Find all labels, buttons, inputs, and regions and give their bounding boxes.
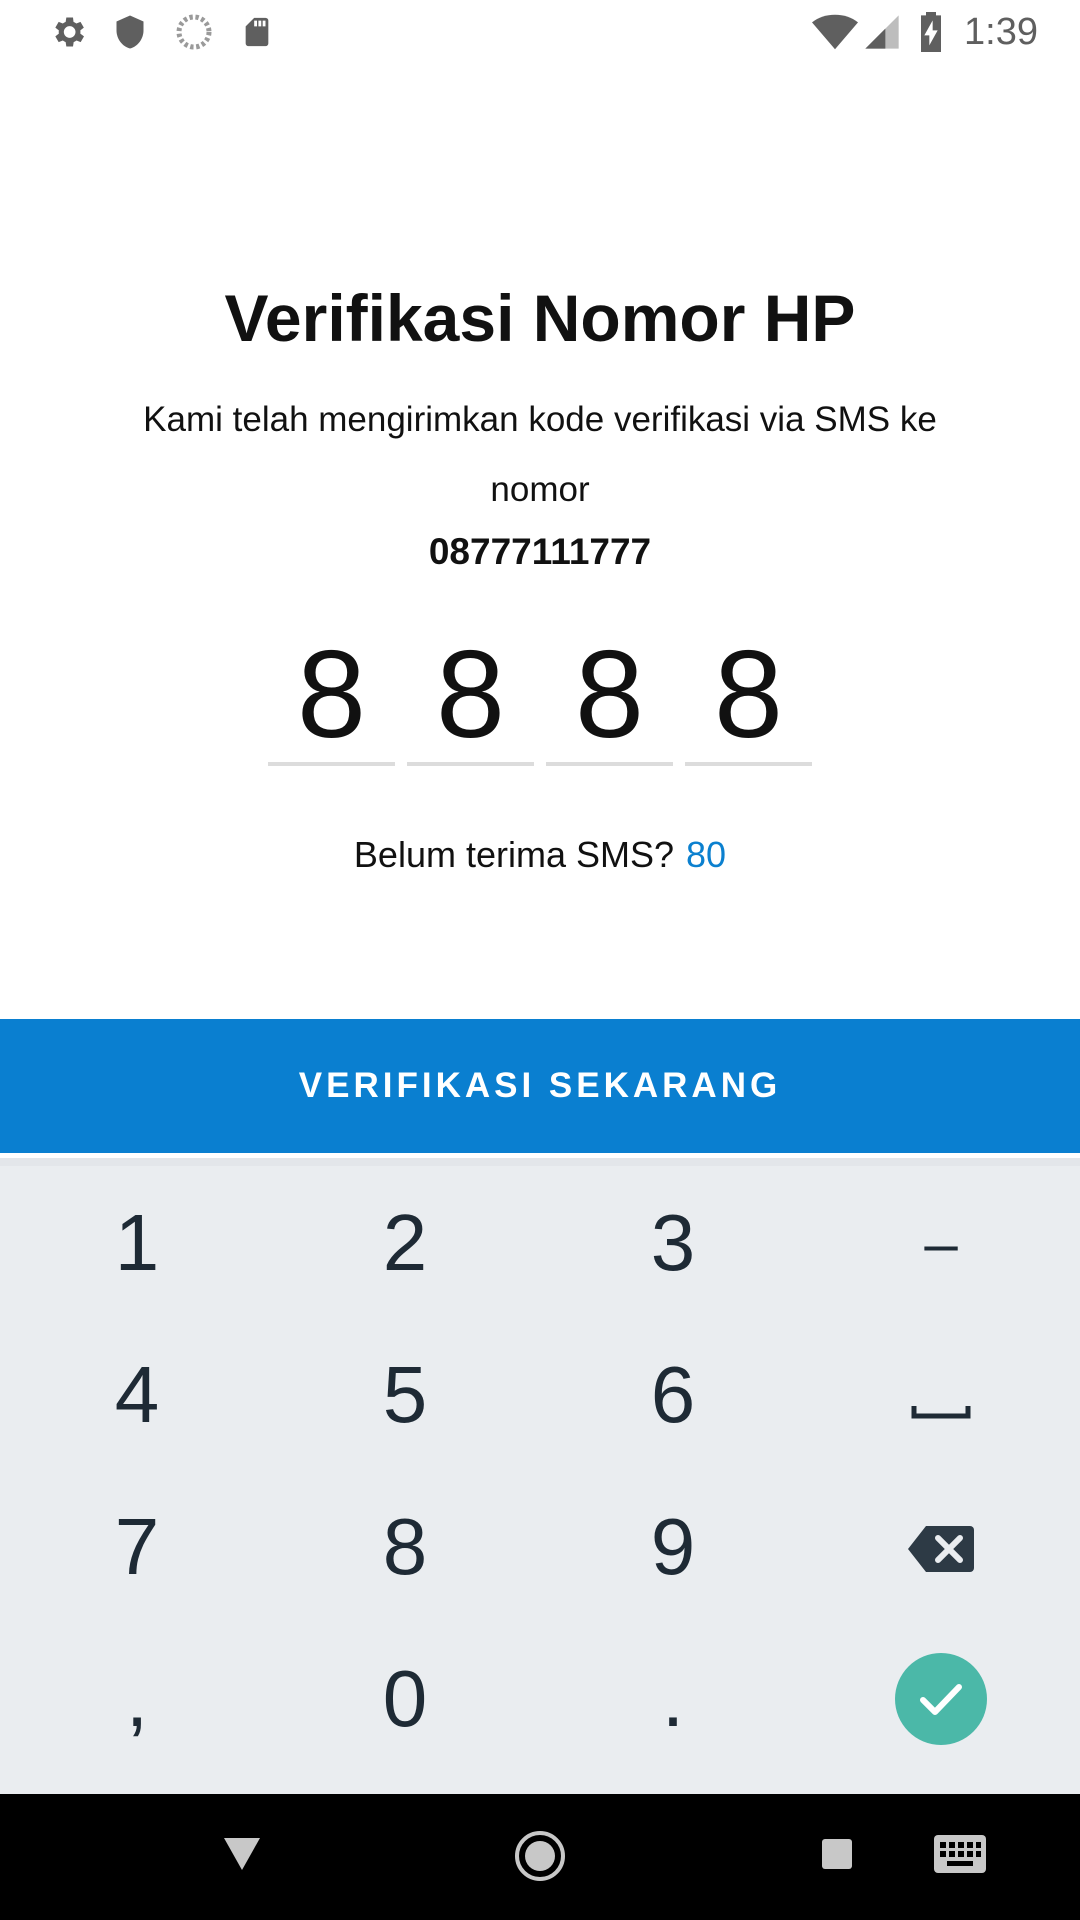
key-4[interactable]: 4 [3,1320,271,1470]
wifi-icon [812,12,858,52]
back-icon[interactable] [218,1830,266,1878]
home-icon[interactable] [511,1827,569,1885]
status-bar: 1:39 [0,0,1080,64]
otp-input-group: 8 8 8 8 [268,630,812,766]
key-backspace[interactable] [807,1472,1075,1622]
otp-digit-2: 8 [436,626,505,764]
battery-charging-icon [916,12,946,52]
key-1[interactable]: 1 [3,1168,271,1318]
backspace-icon [908,1501,974,1593]
gear-icon [48,12,88,52]
otp-digit-3: 8 [575,626,644,764]
status-time: 1:39 [964,11,1038,53]
system-nav-bar [0,1794,1080,1920]
loading-icon [174,12,214,52]
otp-digit-4: 8 [714,626,783,764]
key-5[interactable]: 5 [271,1320,539,1470]
key-6[interactable]: 6 [539,1320,807,1470]
key-comma[interactable]: , [3,1624,271,1774]
otp-digit-field-3[interactable]: 8 [546,630,673,766]
key-9[interactable]: 9 [539,1472,807,1622]
space-icon [911,1349,971,1441]
key-7[interactable]: 7 [3,1472,271,1622]
resend-countdown[interactable]: 80 [686,834,726,875]
signal-icon [862,12,902,52]
sd-card-icon [237,12,277,52]
page-title: Verifikasi Nomor HP [224,281,856,355]
phone-number: 08777111777 [428,531,652,572]
resend-label: Belum terima SMS? [353,834,675,875]
shield-icon [110,12,150,52]
otp-digit-field-4[interactable]: 8 [685,630,812,766]
key-period[interactable]: . [539,1624,807,1774]
key-done[interactable] [807,1624,1075,1774]
resend-prompt: Belum terima SMS? 80 [0,827,1080,883]
keyboard-icon[interactable] [931,1830,989,1878]
key-2[interactable]: 2 [271,1168,539,1318]
key-3[interactable]: 3 [539,1168,807,1318]
key-space[interactable] [807,1320,1075,1470]
key-dash[interactable]: – [807,1168,1075,1318]
checkmark-icon [920,1684,962,1715]
numeric-keyboard: 1 2 3 – 4 5 6 7 8 9 , 0 . [0,1158,1080,1794]
otp-digit-field-2[interactable]: 8 [407,630,534,766]
done-button[interactable] [895,1653,987,1745]
key-0[interactable]: 0 [271,1624,539,1774]
key-8[interactable]: 8 [271,1472,539,1622]
page-subtitle: Kami telah mengirimkan kode verifikasi v… [143,400,937,509]
otp-digit-field-1[interactable]: 8 [268,630,395,766]
recents-icon[interactable] [817,1834,857,1874]
verify-now-button[interactable]: VERIFIKASI SEKARANG [0,1019,1080,1153]
otp-digit-1: 8 [297,626,366,764]
